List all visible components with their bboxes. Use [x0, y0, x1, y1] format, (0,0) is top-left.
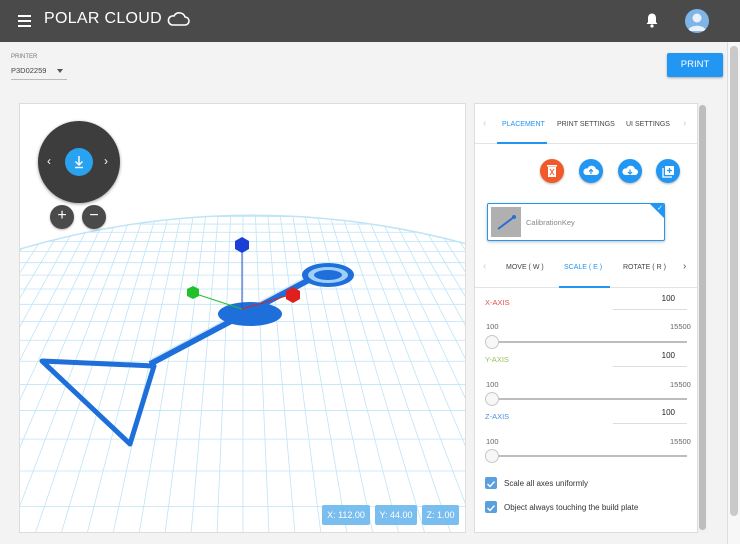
x-axis-scale-input[interactable]: 100 [613, 294, 687, 310]
z-axis-label: Z-AXIS [485, 412, 510, 421]
checkmark-icon [487, 481, 496, 488]
delete-object-button[interactable] [540, 159, 564, 183]
transform-tabs: ‹ MOVE ( W ) SCALE ( E ) ROTATE ( R ) › [475, 250, 697, 288]
y-axis-slider[interactable] [491, 398, 687, 400]
tab-scale[interactable]: SCALE ( E ) [564, 264, 602, 271]
user-avatar-icon[interactable] [685, 9, 709, 33]
panel-scrollbar[interactable] [698, 103, 708, 533]
x-axis-label: X-AXIS [485, 298, 510, 307]
3d-viewport[interactable]: ‹ › + − X: 112.00 Y: 44.00 Z: 1.00 [19, 103, 466, 533]
touch-build-plate-checkbox[interactable] [485, 501, 497, 513]
add-copy-icon [662, 166, 674, 178]
drop-to-plate-button[interactable] [65, 148, 93, 176]
tabs-scroll-left-icon[interactable]: ‹ [483, 118, 486, 129]
object-card-calibrationkey[interactable]: CalibrationKey ✓ [487, 203, 665, 241]
cloud-logo-icon [167, 12, 190, 26]
hamburger-menu-icon[interactable] [18, 15, 31, 27]
cloud-upload-icon [583, 165, 599, 175]
cloud-download-icon [622, 165, 638, 175]
z-axis-min: 100 [486, 437, 499, 446]
polar-cloud-logo[interactable]: POLAR CLOUD [44, 10, 190, 28]
logo-text: POLAR CLOUD [44, 10, 162, 27]
y-axis-scale-input[interactable]: 100 [613, 351, 687, 367]
page-scrollbar[interactable] [727, 42, 740, 544]
touch-build-plate-label: Object always touching the build plate [504, 503, 639, 512]
rotate-left-button[interactable]: ‹ [47, 155, 51, 167]
scale-gizmo[interactable] [187, 237, 300, 310]
tab-print-settings[interactable]: PRINT SETTINGS [557, 121, 615, 128]
rotate-right-button[interactable]: › [104, 155, 108, 167]
x-coordinate-readout: X: 112.00 [322, 505, 370, 525]
drop-to-plate-icon [75, 156, 83, 169]
tab-ui-settings[interactable]: UI SETTINGS [626, 121, 670, 128]
printer-label: PRINTER [11, 54, 38, 60]
dropdown-caret-icon [57, 69, 63, 73]
placement-panel: ‹ PLACEMENT PRINT SETTINGS UI SETTINGS › [474, 103, 698, 533]
panel-scrollbar-thumb[interactable] [699, 105, 706, 530]
zoom-in-button[interactable]: + [50, 205, 74, 229]
tab-placement[interactable]: PLACEMENT [502, 121, 545, 128]
subtabs-scroll-left-icon[interactable]: ‹ [483, 261, 486, 272]
page-scrollbar-thumb[interactable] [730, 46, 738, 516]
y-axis-label: Y-AXIS [485, 355, 509, 364]
active-tab-indicator [497, 142, 547, 144]
y-axis-min: 100 [486, 380, 499, 389]
check-icon: ✓ [657, 205, 663, 212]
upload-object-button[interactable] [579, 159, 603, 183]
download-object-button[interactable] [618, 159, 642, 183]
camera-nav-control: ‹ › [38, 121, 120, 203]
scale-uniformly-checkbox[interactable] [485, 477, 497, 489]
y-axis-max: 15500 [670, 380, 691, 389]
panel-tabs: ‹ PLACEMENT PRINT SETTINGS UI SETTINGS › [475, 104, 697, 144]
z-axis-slider-handle[interactable] [485, 449, 499, 463]
printer-selected-value: P3D02259 [11, 66, 47, 75]
printer-select[interactable]: P3D02259 [11, 66, 67, 80]
delete-icon [547, 165, 557, 177]
y-axis-slider-handle[interactable] [485, 392, 499, 406]
object-name: CalibrationKey [526, 218, 575, 227]
x-axis-slider[interactable] [491, 341, 687, 343]
active-subtab-indicator [559, 286, 610, 288]
top-app-bar: POLAR CLOUD [0, 0, 740, 42]
z-axis-scale-input[interactable]: 100 [613, 408, 687, 424]
tab-move[interactable]: MOVE ( W ) [506, 264, 544, 271]
z-axis-slider[interactable] [491, 455, 687, 457]
print-button[interactable]: PRINT [667, 53, 723, 77]
checkmark-icon [487, 505, 496, 512]
z-coordinate-readout: Z: 1.00 [422, 505, 459, 525]
object-thumbnail [491, 207, 521, 237]
tab-rotate[interactable]: ROTATE ( R ) [623, 264, 666, 271]
z-axis-max: 15500 [670, 437, 691, 446]
x-axis-max: 15500 [670, 322, 691, 331]
subtabs-scroll-right-icon[interactable]: › [683, 261, 686, 272]
y-coordinate-readout: Y: 44.00 [375, 505, 417, 525]
zoom-out-button[interactable]: − [82, 205, 106, 229]
bell-icon[interactable] [645, 12, 659, 28]
duplicate-object-button[interactable] [656, 159, 680, 183]
x-axis-min: 100 [486, 322, 499, 331]
x-axis-slider-handle[interactable] [485, 335, 499, 349]
tabs-scroll-right-icon[interactable]: › [683, 118, 686, 129]
scale-uniformly-label: Scale all axes uniformly [504, 479, 589, 488]
